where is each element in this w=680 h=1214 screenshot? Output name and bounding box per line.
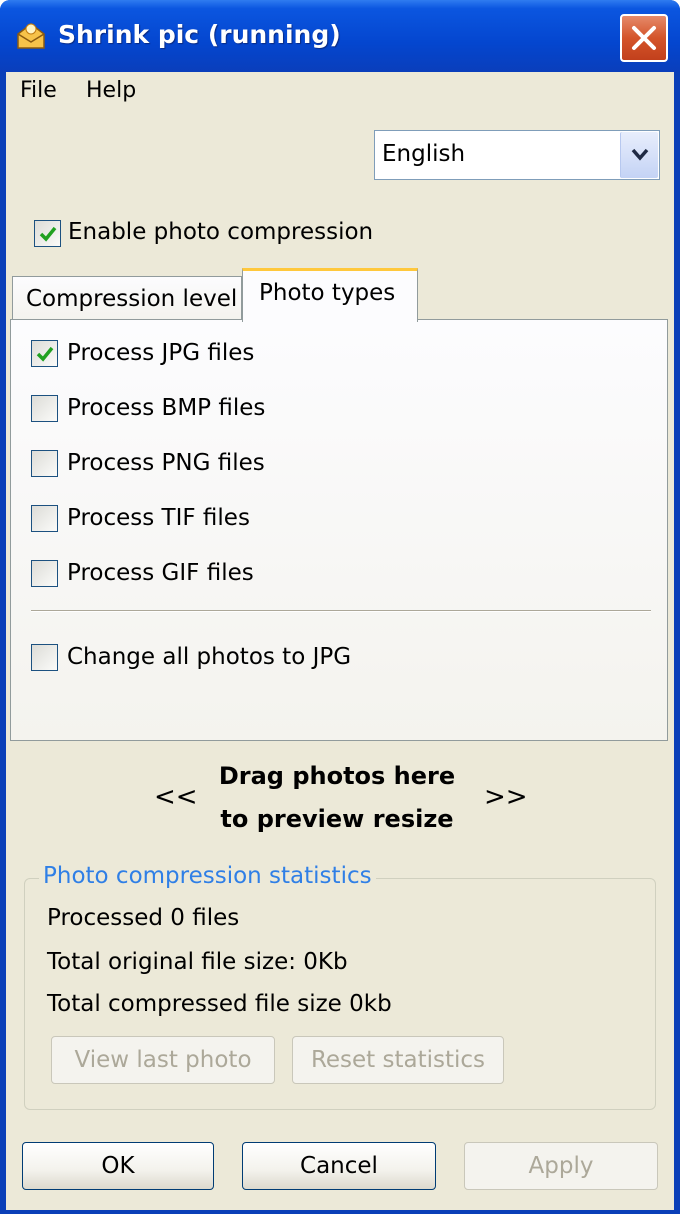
close-icon bbox=[632, 26, 656, 50]
drag-text-line2: to preview resize bbox=[220, 805, 454, 833]
convert-jpg-checkbox[interactable] bbox=[31, 644, 58, 671]
statistics-group: Photo compression statistics Processed 0… bbox=[24, 863, 656, 1110]
tab-compression-level[interactable]: Compression level bbox=[12, 276, 242, 320]
checkmark-icon bbox=[36, 346, 54, 362]
tif-label[interactable]: Process TIF files bbox=[67, 505, 250, 531]
window-title: Shrink pic (running) bbox=[58, 20, 341, 49]
reset-statistics-button[interactable]: Reset statistics bbox=[292, 1036, 504, 1084]
compressed-size: Total compressed file size 0kb bbox=[47, 991, 392, 1017]
window-client: File Help English Enable photo compressi… bbox=[6, 72, 674, 1210]
convert-jpg-label[interactable]: Change all photos to JPG bbox=[67, 644, 351, 670]
tab-label: Photo types bbox=[259, 280, 396, 306]
close-button[interactable] bbox=[620, 14, 668, 62]
cancel-button[interactable]: Cancel bbox=[242, 1142, 436, 1190]
app-window: Shrink pic (running) File Help English E bbox=[0, 0, 680, 1214]
view-last-photo-button[interactable]: View last photo bbox=[51, 1036, 275, 1084]
bmp-checkbox[interactable] bbox=[31, 395, 58, 422]
jpg-checkbox[interactable] bbox=[31, 340, 58, 367]
checkmark-icon bbox=[39, 226, 57, 242]
menu-help[interactable]: Help bbox=[86, 78, 136, 103]
chevron-down-icon bbox=[631, 148, 649, 161]
language-value: English bbox=[382, 141, 466, 167]
statistics-legend: Photo compression statistics bbox=[39, 863, 376, 889]
title-bar[interactable]: Shrink pic (running) bbox=[0, 0, 680, 72]
apply-button[interactable]: Apply bbox=[464, 1142, 658, 1190]
png-label[interactable]: Process PNG files bbox=[67, 450, 265, 476]
tif-checkbox[interactable] bbox=[31, 505, 58, 532]
png-checkbox[interactable] bbox=[31, 450, 58, 477]
drag-text-line1: Drag photos here bbox=[218, 762, 456, 790]
original-size: Total original file size: 0Kb bbox=[47, 949, 348, 975]
bmp-label[interactable]: Process BMP files bbox=[67, 395, 265, 421]
ok-button[interactable]: OK bbox=[22, 1142, 214, 1190]
menu-file[interactable]: File bbox=[20, 78, 57, 103]
photo-types-panel: Process JPG files Process BMP files Proc… bbox=[10, 319, 668, 741]
jpg-label[interactable]: Process JPG files bbox=[67, 340, 254, 366]
tab-label: Compression level bbox=[26, 286, 238, 312]
menu-bar: File Help bbox=[6, 72, 674, 112]
gif-checkbox[interactable] bbox=[31, 560, 58, 587]
gif-label[interactable]: Process GIF files bbox=[67, 560, 254, 586]
right-arrows: >> bbox=[484, 782, 528, 812]
language-select[interactable]: English bbox=[374, 130, 660, 180]
enable-compression-label[interactable]: Enable photo compression bbox=[68, 219, 373, 245]
processed-count: Processed 0 files bbox=[47, 905, 240, 931]
tab-photo-types[interactable]: Photo types bbox=[242, 268, 418, 322]
drag-drop-area[interactable]: << Drag photos here to preview resize >> bbox=[6, 752, 674, 842]
divider bbox=[31, 610, 651, 612]
dropdown-button[interactable] bbox=[620, 132, 658, 178]
enable-compression-checkbox[interactable] bbox=[34, 220, 61, 247]
app-icon bbox=[17, 23, 45, 49]
